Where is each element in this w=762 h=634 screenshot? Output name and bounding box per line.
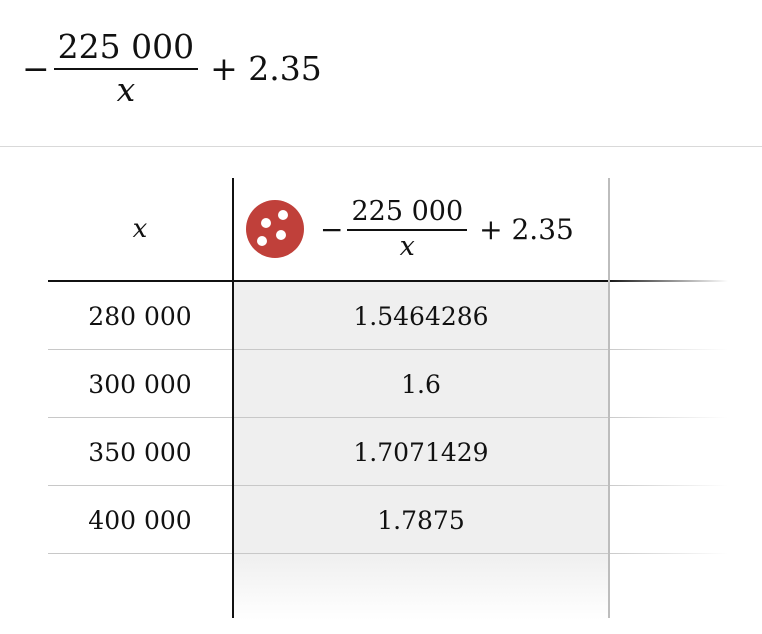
y-cell: 1.6 [234,350,608,418]
numerator: 225 000 [57,27,195,67]
dice-icon[interactable] [246,200,304,258]
header-fraction: 225 000 x [343,196,471,262]
fraction: 225 000 x [50,27,202,109]
table-row: 300 000 1.6 [48,350,728,418]
header-numerator: 225 000 [351,196,464,228]
table-header-expression[interactable]: − 225 000 x + 2.35 [234,178,608,280]
header-expression-math: − 225 000 x + 2.35 [320,196,582,262]
header-denominator: x [399,230,415,262]
y-column-divider [608,178,610,618]
x-column-label: x [132,214,148,244]
y-cell: 1.7071429 [234,418,608,486]
x-cell[interactable]: 300 000 [48,350,232,418]
header-minus-sign: − [320,212,344,246]
expression-math: − 225 000 x + 2.35 [22,27,330,109]
empty-row-fade[interactable] [234,554,608,620]
header-plus-term: + 2.35 [479,212,574,246]
y-cell: 1.5464286 [234,282,608,350]
plus-term: + 2.35 [210,48,322,88]
x-cell[interactable]: 400 000 [48,486,232,554]
denominator: x [116,69,136,109]
x-cell[interactable]: 350 000 [48,418,232,486]
x-column-divider [232,178,234,618]
table-row: 350 000 1.7071429 [48,418,728,486]
table-row: 400 000 1.7875 [48,486,728,554]
value-table: x − 225 000 x + 2.35 280 000 1.5464286 3… [48,178,728,634]
expression-row[interactable]: − 225 000 x + 2.35 [0,0,762,147]
x-cell[interactable]: 280 000 [48,282,232,350]
y-cell: 1.7875 [234,486,608,554]
table-header-x[interactable]: x [48,178,232,280]
minus-sign: − [22,48,50,88]
table-row: 280 000 1.5464286 [48,282,728,350]
